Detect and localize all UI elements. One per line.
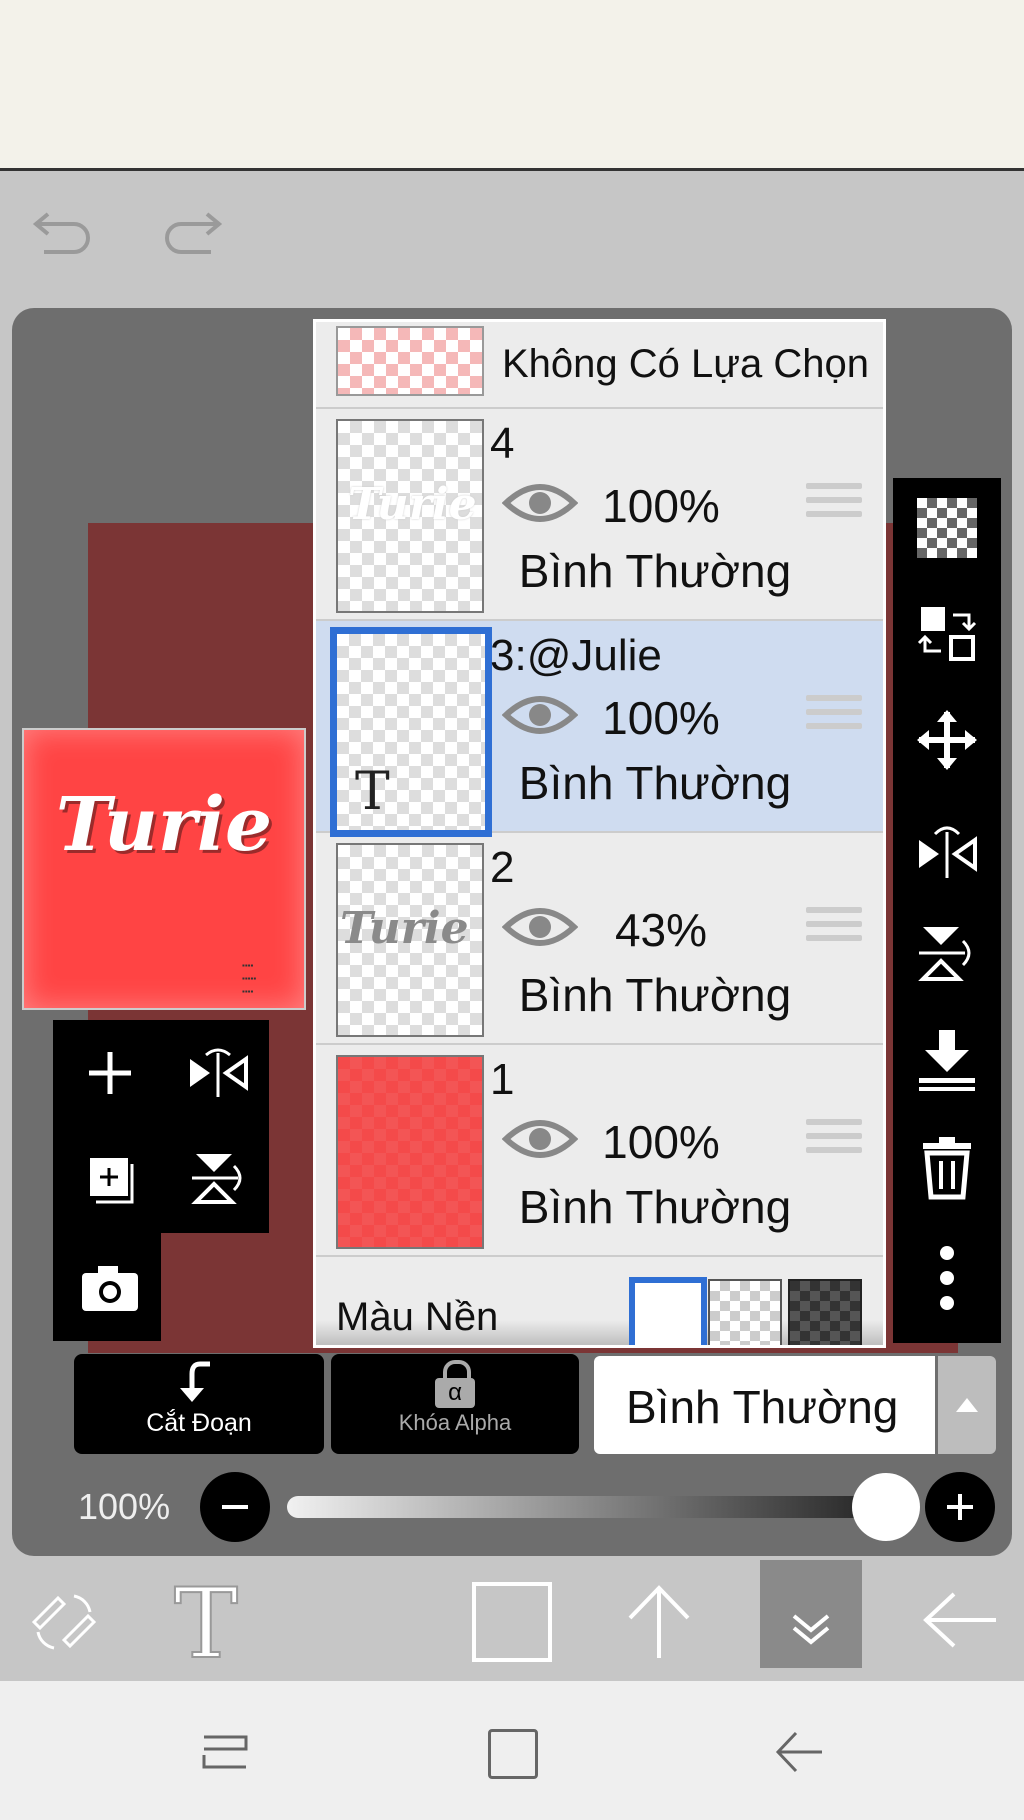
drag-handle-icon[interactable] (806, 695, 862, 741)
undo-icon[interactable] (30, 200, 100, 260)
drag-handle-icon[interactable] (806, 483, 862, 529)
clip-arrow-icon (180, 1361, 210, 1402)
drag-handle-icon[interactable] (806, 1119, 862, 1165)
eye-icon[interactable] (502, 477, 578, 529)
layer-row[interactable]: Turie 2 43% Bình Thường (316, 833, 883, 1045)
swap-icon[interactable] (893, 583, 1001, 683)
flip-horizontal-icon[interactable] (178, 1040, 258, 1106)
collapse-panel-button[interactable] (760, 1560, 862, 1668)
layer-thumbnail: Turie (336, 419, 484, 613)
layer-thumbnail-text: Turie (348, 479, 477, 530)
rectangle-icon[interactable] (472, 1582, 552, 1662)
text-tool-icon[interactable]: T (173, 1567, 239, 1681)
preview-title: Turie (55, 782, 273, 868)
layer-opacity: 100% (602, 1116, 720, 1168)
system-nav-bar (0, 1681, 1024, 1820)
layer-name: 2 (490, 843, 515, 892)
opacity-slider-thumb[interactable] (852, 1473, 920, 1541)
layer-row-selected[interactable]: T 3:@Julie 100% Bình Thường (316, 621, 883, 837)
duplicate-layer-icon[interactable] (70, 1145, 150, 1211)
blend-mode-value: Bình Thường (626, 1381, 899, 1433)
up-arrow-icon[interactable] (624, 1582, 694, 1662)
redo-icon[interactable] (155, 200, 225, 260)
opacity-decrease-button[interactable] (200, 1472, 270, 1542)
trash-icon[interactable] (893, 1118, 1001, 1218)
selection-thumbnail (336, 326, 484, 396)
layer-thumbnail (336, 1055, 484, 1249)
preview-watermark: ▪▪▪▪ ▪▪▪▪▪ ▪▪▪▪ (242, 961, 257, 996)
layer-row[interactable]: Turie 4 100% Bình Thường (316, 409, 883, 621)
layer-thumbnail: T (330, 627, 492, 837)
add-layer-icon[interactable] (70, 1040, 150, 1106)
text-layer-icon: T (355, 762, 390, 822)
no-selection-label: Không Có Lựa Chọn (502, 342, 870, 386)
eye-icon[interactable] (502, 1113, 578, 1165)
recent-apps-icon[interactable] (200, 1729, 250, 1775)
layer-name: 1 (490, 1055, 515, 1104)
flip-vertical-icon[interactable] (893, 903, 1001, 1003)
layer-thumbnail-text: Turie (340, 903, 469, 954)
alpha-lock-label: Khóa Alpha (398, 1410, 512, 1435)
blend-mode-dropdown-arrow[interactable] (938, 1356, 996, 1454)
layer-opacity: 100% (602, 480, 720, 532)
right-toolbar (893, 478, 1001, 1343)
bg-white-swatch[interactable] (629, 1277, 707, 1345)
opacity-increase-button[interactable] (925, 1472, 995, 1542)
transform-icon[interactable] (24, 1582, 104, 1662)
home-icon[interactable] (488, 1729, 538, 1779)
camera-icon[interactable] (70, 1255, 150, 1321)
lock-icon: α (435, 1360, 475, 1408)
selection-layer-row[interactable]: Không Có Lựa Chọn (316, 322, 883, 409)
clipping-button[interactable]: Cắt Đoạn (74, 1354, 324, 1454)
alpha-lock-button[interactable]: α Khóa Alpha (331, 1354, 579, 1454)
layer-name: 3:@Julie (490, 631, 662, 680)
canvas-preview[interactable]: Turie ▪▪▪▪ ▪▪▪▪▪ ▪▪▪▪ (22, 728, 306, 1010)
transparency-icon[interactable] (893, 478, 1001, 578)
background-color-row: Màu Nền (316, 1257, 883, 1345)
layers-list: Không Có Lựa Chọn Turie 4 100% Bình Thườ… (313, 319, 886, 1348)
opacity-slider-track[interactable] (287, 1496, 887, 1518)
drag-handle-icon[interactable] (806, 907, 862, 953)
layer-blend-mode: Bình Thường (518, 545, 792, 597)
layer-opacity: 43% (614, 904, 708, 956)
more-icon[interactable] (893, 1228, 1001, 1328)
bg-dark-swatch[interactable] (788, 1279, 862, 1345)
collapse-icon (792, 1614, 830, 1645)
layer-thumbnail: Turie (336, 843, 484, 1037)
layer-blend-mode: Bình Thường (518, 969, 792, 1021)
layer-blend-mode: Bình Thường (518, 1181, 792, 1233)
bg-transparent-swatch[interactable] (708, 1279, 782, 1345)
merge-down-icon[interactable] (893, 1010, 1001, 1110)
background-label: Màu Nền (336, 1295, 499, 1339)
flip-horizontal-icon[interactable] (893, 800, 1001, 900)
layer-row[interactable]: 1 100% Bình Thường (316, 1045, 883, 1257)
layer-name: 4 (490, 419, 515, 468)
nav-back-icon[interactable] (772, 1729, 826, 1775)
back-icon[interactable] (920, 1590, 1000, 1650)
top-toolbar (0, 0, 1024, 171)
opacity-label: 100% (78, 1486, 171, 1527)
eye-icon[interactable] (502, 689, 578, 741)
blend-mode-select[interactable]: Bình Thường (594, 1356, 935, 1454)
eye-icon[interactable] (502, 901, 578, 953)
flip-vertical-icon[interactable] (178, 1145, 258, 1211)
move-icon[interactable] (893, 690, 1001, 790)
layer-opacity: 100% (602, 692, 720, 744)
bottom-toolbar: T (0, 1560, 1024, 1681)
layer-blend-mode: Bình Thường (518, 757, 792, 809)
clipping-label: Cắt Đoạn (146, 1409, 252, 1437)
